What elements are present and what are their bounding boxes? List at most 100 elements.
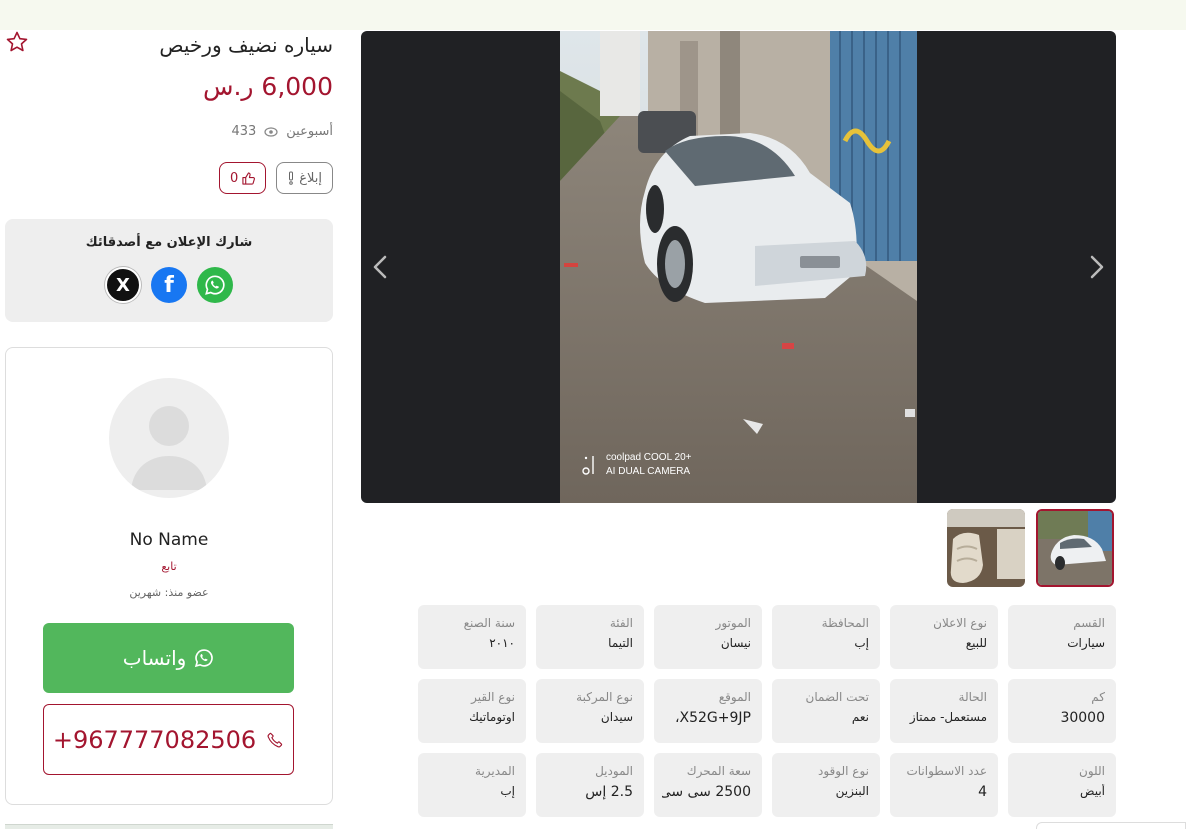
share-icons: X f [5, 267, 333, 303]
favorite-star-icon[interactable] [5, 30, 29, 54]
spec-value: التيما [608, 636, 633, 650]
like-button[interactable]: 0 [218, 162, 267, 194]
watermark-line-1: coolpad COOL 20+ [606, 452, 692, 463]
spec-label: سنة الصنع [463, 616, 515, 630]
spec-label: نوع الوقود [818, 764, 869, 778]
spec-card: سعة المحرك 2500 سى سى [654, 753, 762, 817]
thumbnail-interior[interactable] [947, 509, 1025, 587]
eye-icon [264, 126, 278, 137]
top-bar [0, 0, 1186, 30]
x-share-icon[interactable]: X [105, 267, 141, 303]
spec-value: البنزين [835, 784, 869, 798]
spec-card: تحت الضمان نعم [772, 679, 880, 743]
listing-meta: أسبوعين 433 [231, 124, 333, 139]
member-since: عضو منذ: شهرين [129, 586, 209, 599]
spec-value: إب [500, 784, 515, 798]
spec-label: الحالة [958, 690, 987, 704]
phone-number: +967777082506 [52, 725, 257, 754]
spec-value: سيارات [1067, 636, 1105, 650]
spec-card: القسم سيارات [1008, 605, 1116, 669]
whatsapp-label: واتساب [122, 646, 187, 670]
spec-label: كم [1091, 690, 1105, 704]
thumbnail-exterior-selected[interactable] [1036, 509, 1114, 587]
whatsapp-share-icon[interactable] [197, 267, 233, 303]
spec-label: القسم [1073, 616, 1105, 630]
spec-card: نوع المركبة سيدان [536, 679, 644, 743]
whatsapp-glyph-icon [205, 275, 225, 295]
spec-label: نوع المركبة [576, 690, 633, 704]
spec-card: الموقع X52G+9JP، [654, 679, 762, 743]
spec-label: الفئة [609, 616, 633, 630]
listing-title: سياره نضيف ورخيص [159, 33, 333, 57]
spec-label: المديرية [475, 764, 515, 778]
spec-value: نعم [851, 710, 869, 724]
spec-card: كم 30000 [1008, 679, 1116, 743]
spec-label: عدد الاسطوانات [906, 764, 987, 778]
spec-label: اللون [1079, 764, 1105, 778]
spec-value: نيسان [720, 636, 751, 650]
share-box: شارك الإعلان مع أصدقائك X f [5, 219, 333, 322]
exclamation-icon [289, 171, 294, 185]
spec-label: الموديل [595, 764, 633, 778]
thumbs-up-icon [242, 171, 256, 185]
spec-label: المحافظة [821, 616, 869, 630]
like-count: 0 [229, 170, 239, 186]
avatar [109, 378, 229, 498]
spec-value: 30000 [1060, 710, 1105, 726]
spec-card: نوع القير اوتوماتيك [418, 679, 526, 743]
next-image-arrow-icon[interactable] [1082, 253, 1110, 281]
spec-value: 2500 سى سى [662, 784, 751, 800]
spec-value: ٢٠١٠ [489, 636, 515, 650]
spec-card: الموتور نيسان [654, 605, 762, 669]
spec-value: أبيض [1080, 784, 1105, 798]
report-button[interactable]: إبلاغ [276, 162, 333, 194]
spec-card: اللون أبيض [1008, 753, 1116, 817]
spec-label: الموتور [715, 616, 751, 630]
exterior-photo [1038, 511, 1112, 585]
posted-time: أسبوعين [286, 124, 333, 139]
spec-value: سيدان [600, 710, 633, 724]
spec-value: مستعمل- ممتاز [909, 710, 987, 724]
spec-card: نوع الاعلان للبيع [890, 605, 998, 669]
view-count: 433 [231, 124, 257, 139]
main-photo[interactable]: coolpad COOL 20+ AI DUAL CAMERA [560, 31, 917, 503]
follow-link[interactable]: تابع [6, 560, 332, 573]
spec-label: نوع القير [471, 690, 515, 704]
spec-label: الموقع [718, 690, 751, 704]
spec-value: 2.5 إس [585, 784, 633, 800]
camera-watermark: coolpad COOL 20+ AI DUAL CAMERA [582, 451, 692, 479]
spec-label: تحت الضمان [805, 690, 870, 704]
report-label: إبلاغ [299, 170, 322, 186]
whatsapp-button[interactable]: واتساب [43, 623, 294, 693]
spec-card: سنة الصنع ٢٠١٠ [418, 605, 526, 669]
phone-icon [267, 732, 283, 747]
map-preview [5, 824, 333, 829]
spec-label: نوع الاعلان [933, 616, 987, 630]
phone-button[interactable]: +967777082506 [43, 704, 294, 775]
bottom-widget [1036, 822, 1186, 829]
spec-value: 4 [978, 784, 987, 800]
facebook-share-icon[interactable]: f [151, 267, 187, 303]
x-glyph: X [116, 274, 130, 296]
seller-name: No Name [129, 530, 209, 550]
spec-value: X52G+9JP، [675, 710, 751, 726]
spec-label: سعة المحرك [686, 764, 751, 778]
spec-card: نوع الوقود البنزين [772, 753, 880, 817]
spec-card: الحالة مستعمل- ممتاز [890, 679, 998, 743]
spec-card: الموديل 2.5 إس [536, 753, 644, 817]
spec-card: عدد الاسطوانات 4 [890, 753, 998, 817]
previous-image-arrow-icon[interactable] [367, 253, 395, 281]
facebook-glyph: f [164, 272, 174, 298]
listing-price: 6,000 ر.س [202, 72, 333, 101]
spec-card: المحافظة إب [772, 605, 880, 669]
car-photo [560, 31, 917, 503]
share-title: شارك الإعلان مع أصدقائك [85, 235, 253, 250]
spec-value: إب [854, 636, 869, 650]
listing-actions: إبلاغ 0 [218, 162, 333, 194]
spec-value: للبيع [965, 636, 987, 650]
watermark-line-2: AI DUAL CAMERA [606, 466, 691, 477]
coolpad-logo-icon [582, 456, 594, 475]
spec-card: المديرية إب [418, 753, 526, 817]
user-silhouette-icon [131, 406, 207, 490]
interior-photo [947, 509, 1025, 587]
